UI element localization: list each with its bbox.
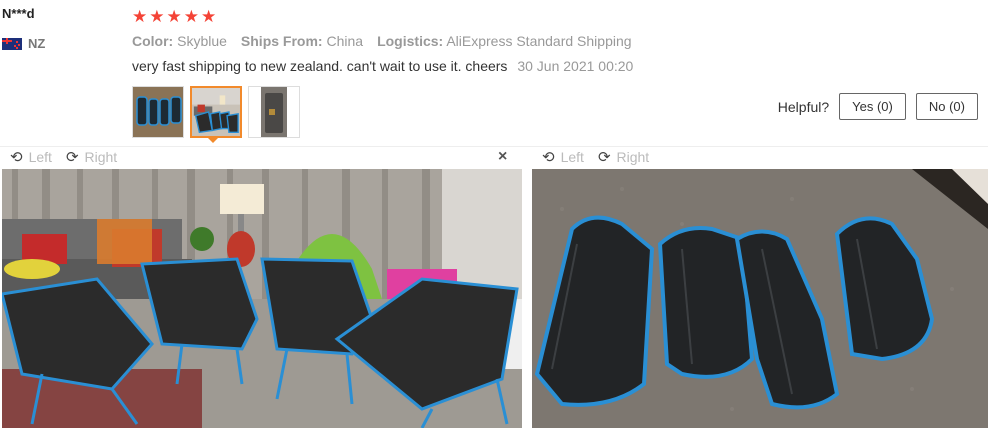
rotate-left-label[interactable]: Left	[29, 149, 52, 165]
review-thumbnail[interactable]	[132, 86, 184, 138]
logistics-value: AliExpress Standard Shipping	[446, 33, 632, 49]
star-icon: ★	[149, 7, 165, 26]
rotate-right-label[interactable]: Right	[85, 149, 118, 165]
logistics-label: Logistics:	[377, 33, 444, 49]
ships-from-value: China	[326, 33, 364, 49]
star-icon: ★	[166, 7, 182, 26]
close-icon[interactable]: ×	[498, 148, 507, 166]
rotate-right-label[interactable]: Right	[617, 149, 650, 165]
rotate-left-icon[interactable]: ⟲	[10, 148, 23, 166]
reviewer-country: NZ	[2, 36, 45, 51]
star-icon: ★	[183, 7, 199, 26]
reviewer-name: N***d	[2, 6, 35, 21]
nz-flag-icon	[2, 37, 22, 50]
review-thumbnail-active[interactable]	[190, 86, 242, 138]
color-value: Skyblue	[177, 33, 227, 49]
active-thumbnail-pointer	[207, 137, 219, 143]
helpful-label: Helpful?	[777, 98, 830, 115]
star-icon: ★	[132, 7, 148, 26]
country-code: NZ	[28, 36, 46, 51]
review-body: very fast shipping to new zealand. can't…	[132, 58, 633, 74]
review-photo-chairs	[2, 169, 522, 428]
review-content: very fast shipping to new zealand. can't…	[132, 58, 508, 74]
review-date: 30 Jun 2021 00:20	[517, 58, 634, 74]
image-viewer-toolbar: ⟲ Left ⟳ Right	[10, 146, 117, 168]
image-viewer-toolbar-2: ⟲ Left ⟳ Right	[542, 146, 649, 168]
rotate-right-icon[interactable]: ⟳	[598, 148, 611, 166]
review-photo-bags	[532, 169, 988, 428]
ships-from-label: Ships From:	[240, 33, 323, 49]
review-thumbnail[interactable]	[248, 86, 300, 138]
color-label: Color:	[132, 33, 174, 49]
divider	[0, 146, 988, 147]
rotate-left-label[interactable]: Left	[561, 149, 584, 165]
helpful-yes-button[interactable]: Yes (0)	[839, 93, 906, 120]
star-rating: ★ ★ ★ ★ ★	[132, 8, 216, 25]
helpful-no-button[interactable]: No (0)	[915, 93, 978, 120]
star-icon: ★	[201, 7, 217, 26]
order-info: Color: Skyblue Ships From: China Logisti…	[132, 33, 632, 49]
helpful-section: Helpful? Yes (0) No (0)	[778, 93, 978, 120]
rotate-left-icon[interactable]: ⟲	[542, 148, 555, 166]
review-thumbnails	[132, 86, 300, 138]
rotate-right-icon[interactable]: ⟳	[66, 148, 79, 166]
